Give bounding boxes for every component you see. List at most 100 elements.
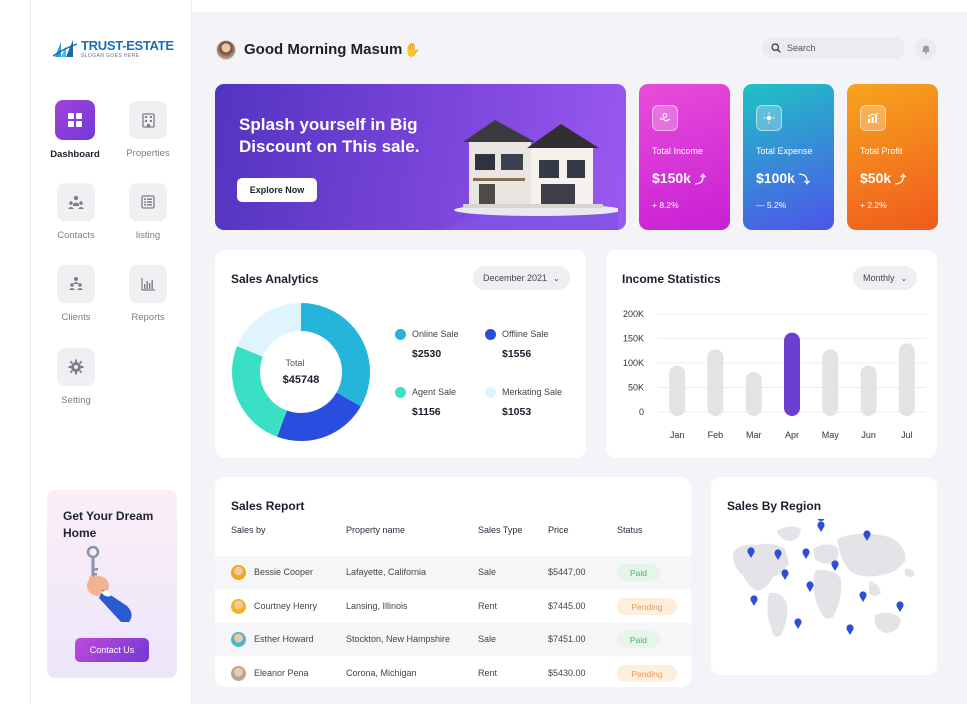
column-header-sales-type: Sales Type xyxy=(478,525,523,535)
growth-chart-icon xyxy=(867,112,879,123)
avatar xyxy=(231,599,246,614)
contact-us-button[interactable]: Contact Us xyxy=(75,638,149,662)
sales-type-cell: Sale xyxy=(478,634,497,644)
legend-label: Agent Sale xyxy=(412,387,457,397)
y-tick-label: 150K xyxy=(623,334,644,344)
card-title: Income Statistics xyxy=(622,272,721,286)
stat-label: Total Expense xyxy=(756,146,813,156)
stat-value: $100k ⤵ xyxy=(756,170,810,187)
income-bar-chart: 200K 150K 100K 50K 0 Jan Feb Mar Apr May Jun Jul xyxy=(623,309,926,440)
income-statistics-card: Income Statistics Monthly ⌄ 200K 150K 100K… xyxy=(606,250,937,458)
sales-by-cell: Bessie Cooper xyxy=(254,567,314,577)
notification-button[interactable] xyxy=(915,38,937,60)
sidebar-item-label: Clients xyxy=(61,312,91,323)
chart-bar-jul[interactable] xyxy=(898,343,915,416)
chart-bar-jun[interactable] xyxy=(860,365,877,416)
total-expense-card[interactable]: Total Expense $100k ⤵ — 5.2% xyxy=(743,84,834,230)
logo-mark-icon xyxy=(53,40,77,57)
card-title: Sales By Region xyxy=(727,499,822,513)
sidebar-item-clients[interactable]: Clients xyxy=(40,265,112,323)
stat-label: Total Income xyxy=(652,146,704,156)
period-dropdown[interactable]: Monthly ⌄ xyxy=(853,266,918,290)
stat-value: $50k ⤴ xyxy=(860,170,906,187)
x-tick-label: May xyxy=(822,430,840,440)
stat-value-text: $100k xyxy=(756,170,795,186)
legend-label: Merkating Sale xyxy=(502,387,563,397)
sidebar-item-properties[interactable]: Properties xyxy=(112,100,184,159)
stat-value-text: $150k xyxy=(652,170,691,186)
table-row[interactable]: Esther Howard Stockton, New Hampshire Sa… xyxy=(215,623,691,656)
total-income-card[interactable]: Total Income $150k ⤴ + 8.2% xyxy=(639,84,730,230)
x-tick-label: Jul xyxy=(901,430,913,440)
x-tick-label: Jan xyxy=(670,430,685,440)
greeting-text: Good Morning Masum xyxy=(244,41,403,58)
chevron-down-icon: ⌄ xyxy=(553,273,560,283)
sidebar-item-contacts[interactable]: Contacts xyxy=(40,183,112,241)
table-row[interactable]: Courtney Henry Lansing, Illinois Rent $7… xyxy=(215,590,691,623)
sales-by-cell: Eleanor Pena xyxy=(254,668,309,678)
team-icon xyxy=(68,195,84,209)
property-cell: Corona, Michigan xyxy=(346,668,417,678)
search-bar[interactable] xyxy=(762,37,905,59)
bell-icon xyxy=(922,45,930,54)
chart-bar-feb[interactable] xyxy=(707,349,724,416)
search-input[interactable] xyxy=(787,43,897,53)
status-badge: Pending xyxy=(617,598,677,615)
status-badge: Paid xyxy=(617,564,660,581)
period-dropdown[interactable]: December 2021 ⌄ xyxy=(473,266,570,290)
avatar xyxy=(231,666,246,681)
table-row[interactable]: Eleanor Pena Corona, Michigan Rent $5430… xyxy=(215,657,691,687)
property-cell: Lansing, Illinois xyxy=(346,601,408,611)
sales-type-cell: Rent xyxy=(478,668,498,678)
sales-analytics-card: Sales Analytics December 2021 ⌄ Total $4… xyxy=(215,250,586,458)
hand-key-illustration xyxy=(86,546,132,622)
chart-bar-mar[interactable] xyxy=(745,371,762,416)
grid-icon xyxy=(68,113,82,127)
legend-label: Offline Sale xyxy=(502,329,549,339)
legend-label: Online Sale xyxy=(412,329,459,339)
sidebar-item-dashboard[interactable]: Dashboard xyxy=(39,100,111,160)
sidebar-item-label: Contacts xyxy=(57,230,95,241)
brand-name: TRUST-ESTATE xyxy=(81,37,174,53)
card-title: Sales Analytics xyxy=(231,272,319,286)
sidebar-item-reports[interactable]: Reports xyxy=(112,265,184,323)
brand-slogan: SLOGAN GOES HERE xyxy=(81,52,140,59)
chart-bar-jan[interactable] xyxy=(669,365,686,416)
status-badge: Paid xyxy=(617,631,660,648)
sidebar-item-label: Reports xyxy=(131,312,165,323)
house-illustration xyxy=(443,120,618,230)
hand-money-icon xyxy=(660,113,671,122)
sidebar-item-label: Setting xyxy=(61,395,91,406)
legend-dot xyxy=(395,329,406,340)
trend-up-icon: ⤴ xyxy=(895,174,907,186)
banner-title: Splash yourself in Big Discount on This … xyxy=(239,115,420,156)
legend-value: $2530 xyxy=(412,348,442,360)
sidebar-item-setting[interactable]: Setting xyxy=(40,348,112,406)
y-tick-label: 50K xyxy=(628,383,644,393)
donut-total-label: Total xyxy=(285,358,305,368)
legend-dot xyxy=(395,387,406,398)
y-tick-label: 200K xyxy=(623,309,644,319)
avatar xyxy=(231,632,246,647)
building-icon xyxy=(141,112,155,128)
explore-now-button[interactable]: Explore Now xyxy=(237,178,317,202)
stat-change: + 8.2% xyxy=(652,200,679,210)
sidebar-item-label: Properties xyxy=(126,148,170,159)
legend-value: $1556 xyxy=(502,348,532,360)
total-profit-card[interactable]: Total Profit $50k ⤴ + 2.2% xyxy=(847,84,938,230)
x-tick-label: Mar xyxy=(746,430,762,440)
trend-down-icon: ⤵ xyxy=(798,174,810,186)
chart-bar-apr[interactable] xyxy=(784,332,800,416)
sidebar-item-listing[interactable]: listing xyxy=(112,183,184,241)
chart-bar-may[interactable] xyxy=(822,349,839,416)
people-icon xyxy=(69,277,83,290)
price-cell: $5447,00 xyxy=(548,567,586,577)
period-dropdown-value: Monthly xyxy=(863,273,895,283)
sales-by-cell: Courtney Henry xyxy=(254,601,318,611)
legend-value: $1053 xyxy=(502,406,532,418)
brand-logo[interactable]: TRUST-ESTATE SLOGAN GOES HERE xyxy=(53,36,174,60)
world-map[interactable] xyxy=(729,519,919,659)
column-header-property-name: Property name xyxy=(346,525,406,535)
table-row[interactable]: Bessie Cooper Lafayette, California Sale… xyxy=(215,556,691,589)
user-avatar[interactable] xyxy=(216,40,236,60)
